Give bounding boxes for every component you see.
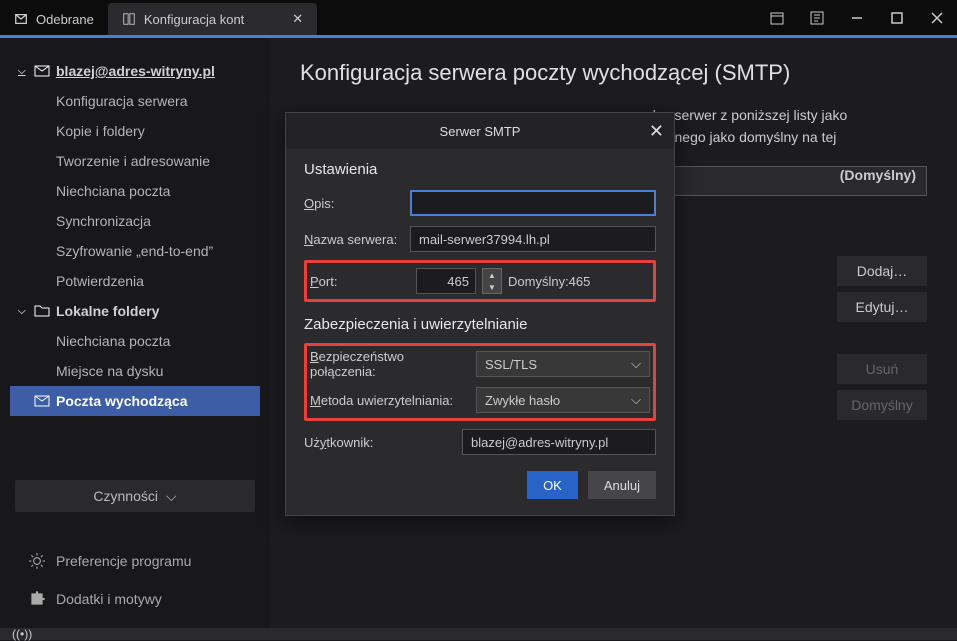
sidebar: ⌵ blazej@adres-witryny.pl Konfiguracja s… [0,38,270,628]
sidebar-local-disk[interactable]: Miejsce na dysku [10,356,260,386]
cancel-button[interactable]: Anuluj [588,471,656,499]
send-icon [34,393,50,409]
puzzle-icon [28,590,46,608]
port-default-label: Domyślny:465 [508,274,590,289]
server-input[interactable] [410,226,656,252]
auth-label: Metoda uwierzytelniania: [310,393,470,408]
server-label: Nazwa serwera: [304,232,404,247]
port-input[interactable] [416,268,476,294]
sync-icon: ((•)) [12,627,32,641]
security-label: Bezpieczeństwo połączenia: [310,349,470,379]
smtp-dialog: Serwer SMTP ✕ Ustawienia Opis: Nazwa ser… [285,112,675,516]
chevron-down-icon: ⌵ [631,356,641,372]
dialog-titlebar: Serwer SMTP ✕ [286,113,674,149]
minimize-button[interactable] [837,0,877,37]
security-select[interactable]: SSL/TLS⌵ [476,351,650,377]
dialog-close-button[interactable]: ✕ [649,121,664,142]
addons-link[interactable]: Dodatki i motywy [10,580,260,618]
close-icon[interactable]: ✕ [292,11,303,27]
calendar-icon[interactable] [757,0,797,37]
tab-label: Konfiguracja kont [144,12,244,27]
chevron-down-icon: ⌵ [631,392,641,408]
auth-select[interactable]: Zwykłe hasło⌵ [476,387,650,413]
sidebar-item-junk[interactable]: Niechciana poczta [10,176,260,206]
gear-icon [28,552,46,570]
desc-label: Opis: [304,196,404,211]
port-spinner[interactable]: ▲▼ [482,268,502,294]
sidebar-item-e2e[interactable]: Szyfrowanie „end-to-end” [10,236,260,266]
inbox-icon [14,12,28,26]
tasks-icon[interactable] [797,0,837,37]
add-button[interactable]: Dodaj… [837,256,927,286]
default-button[interactable]: Domyślny [837,390,927,420]
delete-button[interactable]: Usuń [837,354,927,384]
tab-label: Odebrane [36,12,94,27]
tab-config[interactable]: Konfiguracja kont ✕ [108,3,317,35]
sidebar-item-compose[interactable]: Tworzenie i adresowanie [10,146,260,176]
port-highlight: Port: ▲▼ Domyślny:465 [304,260,656,302]
sidebar-item-server[interactable]: Konfiguracja serwera [10,86,260,116]
edit-button[interactable]: Edytuj… [837,292,927,322]
ok-button[interactable]: OK [527,471,578,499]
user-input[interactable] [462,429,656,455]
sidebar-item-sync[interactable]: Synchronizacja [10,206,260,236]
close-button[interactable] [917,0,957,37]
chevron-down-icon: ⌵ [166,488,177,505]
folder-icon [34,303,50,319]
sidebar-outgoing[interactable]: Poczta wychodząca [10,386,260,416]
sidebar-item-receipts[interactable]: Potwierdzenia [10,266,260,296]
sidebar-item-copies[interactable]: Kopie i foldery [10,116,260,146]
preferences-link[interactable]: Preferencje programu [10,542,260,580]
maximize-button[interactable] [877,0,917,37]
actions-button[interactable]: Czynności ⌵ [15,480,255,512]
sidebar-account[interactable]: ⌵ blazej@adres-witryny.pl [10,56,260,86]
book-icon [122,12,136,26]
statusbar: ((•)) [0,628,957,640]
security-highlight: Bezpieczeństwo połączenia: SSL/TLS⌵ Meto… [304,343,656,421]
tab-inbox[interactable]: Odebrane [0,3,108,35]
port-label: Port: [310,274,410,289]
titlebar: Odebrane Konfiguracja kont ✕ [0,0,957,38]
user-label: Użytkownik: [304,435,456,450]
mail-icon [34,63,50,79]
sidebar-local-folders[interactable]: ⌵ Lokalne foldery [10,296,260,326]
sidebar-local-junk[interactable]: Niechciana poczta [10,326,260,356]
desc-input[interactable] [410,190,656,216]
section-security: Zabezpieczenia i uwierzytelnianie [304,316,656,333]
chevron-down-icon: ⌵ [18,66,28,77]
chevron-down-icon: ⌵ [18,306,28,317]
page-title: Konfiguracja serwera poczty wychodzącej … [300,60,927,86]
section-settings: Ustawienia [304,161,656,178]
